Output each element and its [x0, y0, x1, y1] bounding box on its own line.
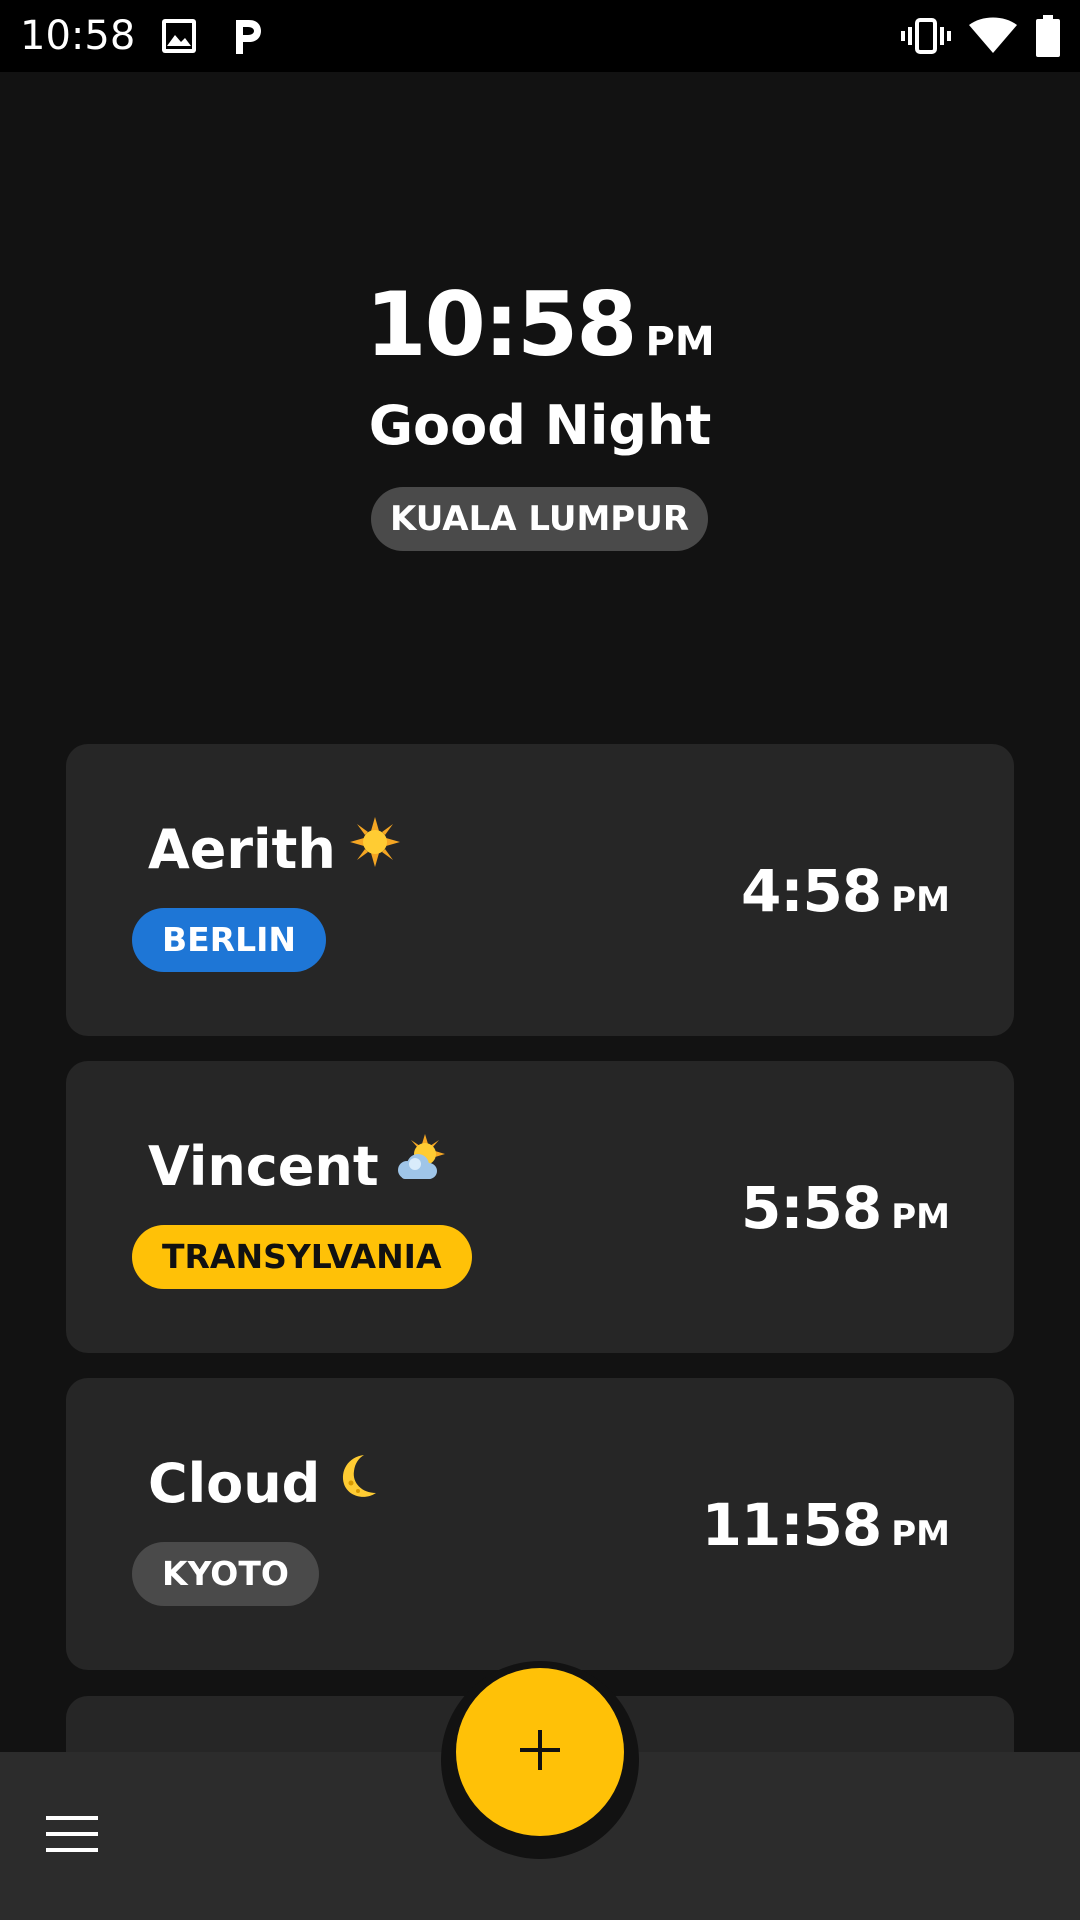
friend-card-aerith[interactable]: Aerith BERLIN 4:58 PM [66, 744, 1014, 1036]
friend-city-badge[interactable]: BERLIN [132, 908, 327, 972]
add-friend-button[interactable] [456, 1668, 624, 1836]
friend-name-text: Aerith [148, 818, 336, 881]
friend-name-text: Cloud [148, 1452, 321, 1515]
home-city-badge[interactable]: KUALA LUMPUR [371, 487, 708, 551]
menu-button[interactable] [44, 1808, 100, 1864]
status-time: 10:58 [20, 13, 136, 59]
friend-card-cloud[interactable]: Cloud KYOTO 11:58 PM [66, 1378, 1014, 1670]
wifi-icon [968, 0, 1018, 72]
friend-time: 11:58 PM [702, 1490, 950, 1560]
vibrate-icon [900, 0, 952, 72]
friend-city-badge[interactable]: KYOTO [132, 1542, 319, 1606]
friend-time: 5:58 PM [741, 1173, 950, 1243]
friend-name-text: Vincent [148, 1135, 379, 1198]
local-ampm: PM [645, 319, 715, 365]
sun-behind-cloud-icon [393, 1132, 445, 1200]
status-bar: 10:58 [0, 0, 1080, 72]
app-screen: 10:58 10:58 PM Good Night KUALA LUMPUR A… [0, 0, 1080, 1920]
hamburger-menu-icon [44, 1814, 100, 1858]
friend-card-vincent[interactable]: Vincent TRANSYLVANIA 5:58 PM [66, 1061, 1014, 1353]
friend-time-ampm: PM [891, 1197, 950, 1237]
local-time: 10:58 [365, 273, 637, 376]
friend-time-value: 11:58 [701, 1491, 883, 1559]
battery-icon [1034, 0, 1062, 72]
plus-icon [516, 1726, 564, 1778]
friend-name: Aerith [148, 816, 400, 887]
friend-city-badge[interactable]: TRANSYLVANIA [132, 1225, 472, 1289]
p-app-icon [226, 0, 268, 72]
friend-name: Cloud [148, 1450, 382, 1521]
image-icon [158, 0, 200, 72]
friend-time-value: 4:58 [740, 857, 882, 925]
friend-time-value: 5:58 [740, 1174, 882, 1242]
crescent-moon-icon [334, 1449, 382, 1517]
local-clock: 10:58 PM [0, 270, 1080, 380]
friend-time-ampm: PM [891, 1514, 950, 1554]
friend-name: Vincent [148, 1133, 445, 1204]
friend-time: 4:58 PM [741, 856, 950, 926]
sun-icon [349, 815, 400, 883]
greeting-text: Good Night [368, 394, 712, 457]
friend-time-ampm: PM [891, 880, 950, 920]
